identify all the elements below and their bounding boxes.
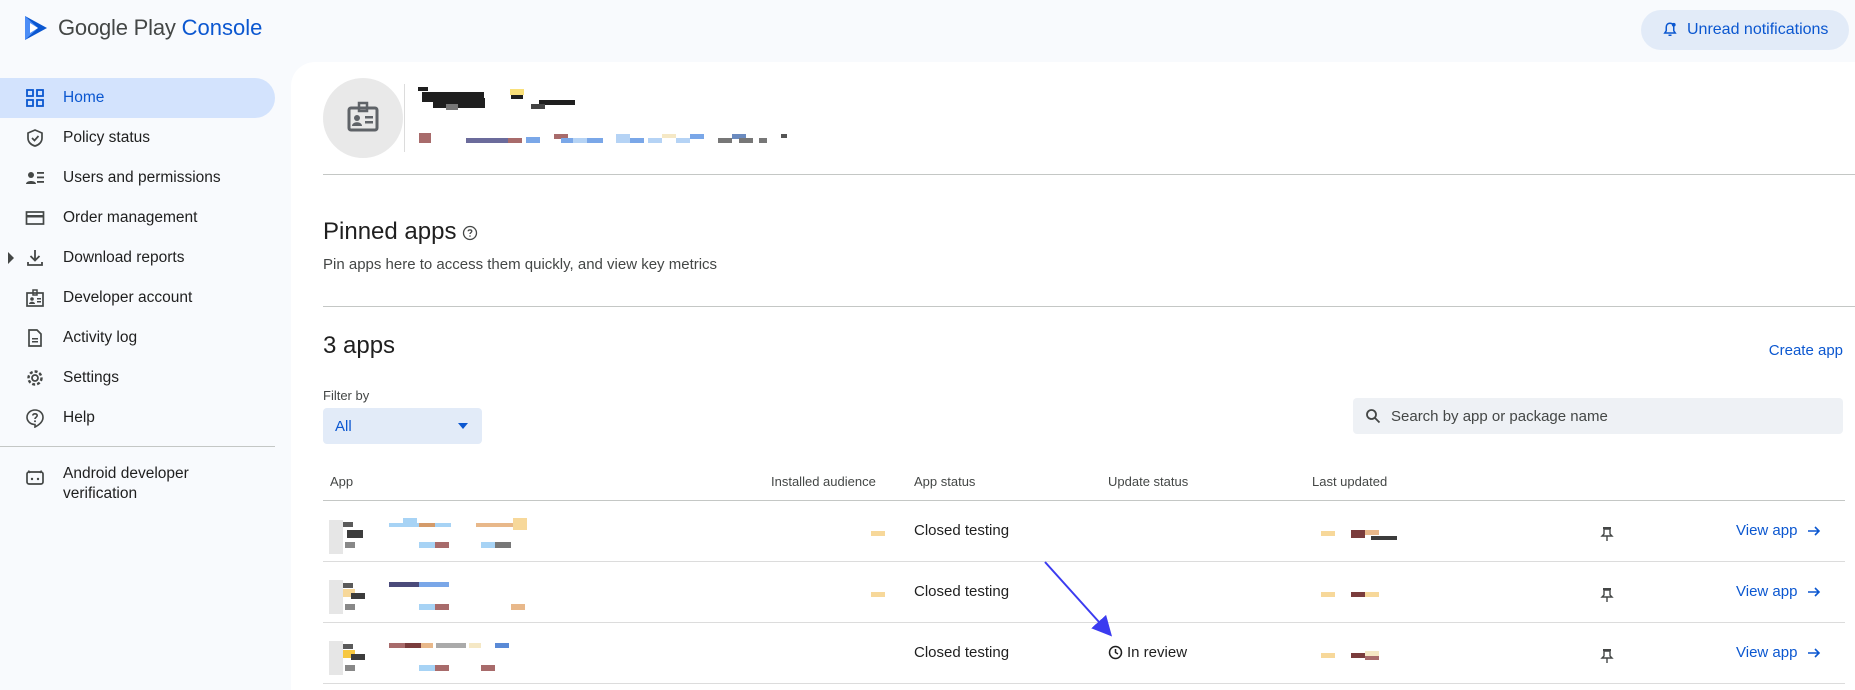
- app-status-cell: Closed testing: [914, 583, 1010, 600]
- sidebar-item-android-verification[interactable]: Android developer verification: [0, 460, 275, 510]
- sidebar-item-home[interactable]: Home: [0, 78, 275, 118]
- top-bar: Google Play Console Unread notifications: [0, 0, 1855, 62]
- table-header-divider: [323, 500, 1845, 501]
- expand-caret-icon[interactable]: [8, 252, 14, 264]
- sidebar-item-help[interactable]: Help: [0, 398, 275, 438]
- sidebar-item-policy-status[interactable]: Policy status: [0, 118, 275, 158]
- arrow-right-icon: [1808, 525, 1821, 536]
- view-app-link[interactable]: View app: [1736, 644, 1821, 661]
- app-status-cell: Closed testing: [914, 644, 1010, 661]
- sidebar-item-label: Help: [63, 409, 95, 426]
- sidebar-divider: [0, 446, 275, 447]
- developer-avatar: [323, 78, 403, 158]
- pinned-apps-title: Pinned apps: [323, 218, 478, 246]
- sidebar-item-label: Order management: [63, 209, 198, 226]
- brand-google-text: Google Play: [58, 15, 176, 40]
- grid-icon: [26, 89, 44, 107]
- redacted-installed-audience: [871, 531, 885, 536]
- credit-card-icon: [25, 211, 45, 225]
- unread-notifications-button[interactable]: Unread notifications: [1641, 10, 1849, 50]
- search-icon: [1366, 409, 1381, 424]
- view-app-label: View app: [1736, 644, 1798, 661]
- column-header-update-status: Update status: [1108, 474, 1189, 489]
- notification-bell-icon: [1663, 22, 1677, 36]
- sidebar: Home Policy status Users and permissions…: [0, 62, 290, 690]
- row-divider: [323, 683, 1845, 684]
- search-input[interactable]: [1391, 407, 1831, 425]
- create-app-link[interactable]: Create app: [1769, 342, 1843, 359]
- pinned-separator: [323, 306, 1855, 307]
- filter-by-label: Filter by: [323, 388, 370, 403]
- profile-divider: [404, 84, 405, 152]
- play-logo-icon: [25, 16, 47, 40]
- arrow-right-icon: [1808, 586, 1821, 597]
- sidebar-item-label: Users and permissions: [63, 169, 221, 186]
- document-icon: [28, 329, 42, 347]
- column-header-last-updated: Last updated: [1312, 474, 1388, 489]
- users-icon: [26, 172, 44, 184]
- view-app-link[interactable]: View app: [1736, 583, 1821, 600]
- android-icon: [26, 470, 44, 485]
- update-status-cell: In review: [1108, 644, 1187, 661]
- profile-separator: [323, 174, 1855, 175]
- row-divider: [323, 622, 1845, 623]
- sidebar-item-developer-account[interactable]: Developer account: [0, 278, 275, 318]
- search-box[interactable]: [1353, 398, 1843, 434]
- pinned-apps-subtitle: Pin apps here to access them quickly, an…: [323, 256, 718, 273]
- row-divider: [323, 561, 1845, 562]
- help-circle-icon[interactable]: [462, 225, 478, 241]
- arrow-right-icon: [1808, 647, 1821, 658]
- redacted-installed-audience: [871, 592, 885, 597]
- sidebar-item-settings[interactable]: Settings: [0, 358, 275, 398]
- pin-icon[interactable]: [1600, 648, 1614, 664]
- play-console-logo[interactable]: Google Play Console: [22, 14, 262, 42]
- sidebar-item-download-reports[interactable]: Download reports: [0, 238, 275, 278]
- sidebar-item-label: Settings: [63, 369, 120, 386]
- sidebar-item-label: Home: [63, 89, 105, 106]
- sidebar-item-label: Android developer verification: [63, 465, 189, 502]
- unread-notifications-label: Unread notifications: [1687, 21, 1829, 38]
- app-status-cell: Closed testing: [914, 522, 1010, 539]
- pin-icon[interactable]: [1600, 526, 1614, 542]
- gear-icon: [27, 370, 43, 386]
- pinned-apps-heading: Pinned apps: [323, 218, 457, 245]
- filter-selected-value: All: [335, 417, 352, 435]
- pin-icon[interactable]: [1600, 587, 1614, 603]
- main-panel: Pinned apps Pin apps here to access them…: [291, 62, 1855, 690]
- sidebar-item-users-permissions[interactable]: Users and permissions: [0, 158, 275, 198]
- clock-icon: [1108, 645, 1123, 660]
- sidebar-item-label: Developer account: [63, 289, 193, 306]
- column-header-app-status: App status: [914, 474, 976, 489]
- id-badge-icon: [347, 101, 379, 132]
- badge-icon: [26, 289, 44, 307]
- view-app-link[interactable]: View app: [1736, 522, 1821, 539]
- view-app-label: View app: [1736, 522, 1798, 539]
- view-app-label: View app: [1736, 583, 1798, 600]
- shield-check-icon: [27, 129, 43, 147]
- sidebar-item-activity-log[interactable]: Activity log: [0, 318, 275, 358]
- column-header-app: App: [330, 474, 354, 489]
- sidebar-item-label: Download reports: [63, 249, 185, 266]
- sidebar-item-order-management[interactable]: Order management: [0, 198, 275, 238]
- help-icon: [26, 409, 44, 428]
- sidebar-item-label: Activity log: [63, 329, 138, 346]
- filter-select[interactable]: All: [323, 408, 482, 444]
- column-header-installed-audience: Installed audience: [771, 474, 876, 489]
- brand-console-text: Console: [181, 15, 263, 40]
- update-status-label: In review: [1127, 644, 1188, 661]
- sidebar-item-label: Policy status: [63, 129, 151, 146]
- apps-count-heading: 3 apps: [323, 332, 396, 359]
- dropdown-arrow-icon: [458, 423, 468, 429]
- download-icon: [27, 250, 43, 266]
